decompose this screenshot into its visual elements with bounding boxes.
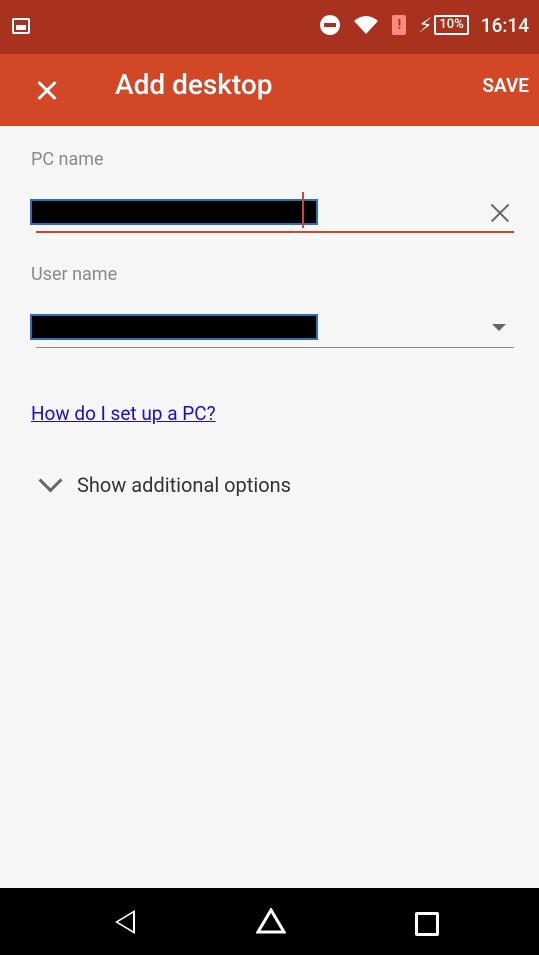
- user-name-dropdown[interactable]: [30, 314, 514, 348]
- app-bar: Add desktop SAVE: [0, 54, 539, 126]
- status-bar: ! ⚡ 10% 16:14: [0, 0, 539, 54]
- navigation-bar: [0, 888, 539, 955]
- chevron-down-icon: [38, 468, 63, 493]
- page-title: Add desktop: [115, 68, 273, 101]
- text-cursor: [302, 192, 304, 228]
- charging-icon: ⚡: [418, 13, 433, 37]
- back-icon[interactable]: [115, 910, 135, 934]
- dropdown-arrow-icon[interactable]: [492, 324, 506, 331]
- user-name-label: User name: [31, 264, 118, 285]
- show-additional-options-label: Show additional options: [77, 472, 291, 497]
- pc-name-field[interactable]: [30, 192, 514, 233]
- alert-icon: !: [392, 15, 407, 35]
- status-icons: ! ⚡ 10% 16:14: [320, 13, 529, 37]
- pc-name-value-redacted: [30, 199, 318, 225]
- battery-percent: 10%: [434, 15, 469, 35]
- battery-indicator: ⚡ 10%: [418, 13, 469, 37]
- wifi-icon: [352, 14, 380, 36]
- show-additional-options-toggle[interactable]: Show additional options: [36, 468, 291, 497]
- save-button[interactable]: SAVE: [482, 74, 529, 97]
- image-notification-icon: [12, 18, 30, 34]
- clear-icon[interactable]: [488, 201, 512, 225]
- user-name-value-redacted: [30, 314, 318, 340]
- recent-apps-icon[interactable]: [415, 912, 439, 936]
- home-icon[interactable]: [256, 908, 286, 934]
- close-icon[interactable]: [30, 72, 66, 108]
- setup-pc-help-link[interactable]: How do I set up a PC?: [31, 402, 216, 425]
- pc-name-underline: [36, 231, 514, 233]
- pc-name-label: PC name: [31, 149, 104, 170]
- do-not-disturb-icon: [320, 15, 341, 35]
- clock: 16:14: [480, 13, 529, 37]
- user-name-underline: [36, 347, 514, 348]
